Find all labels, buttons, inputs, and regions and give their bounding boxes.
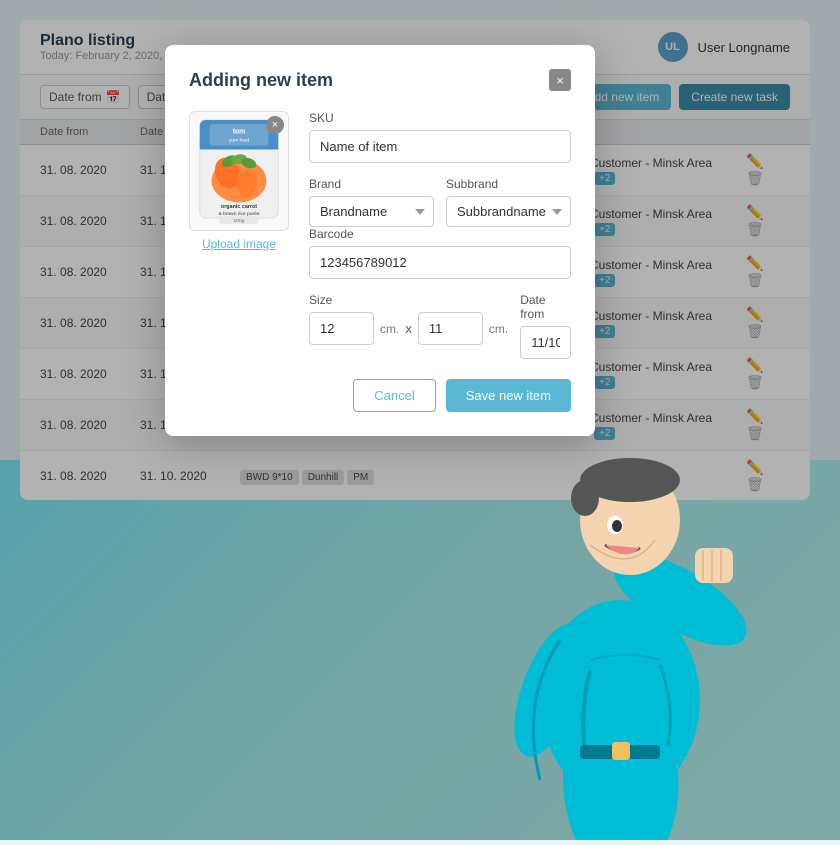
modal-title: Adding new item [189, 70, 333, 91]
brand-label: Brand [309, 177, 434, 191]
size-width-input[interactable] [309, 312, 374, 345]
cancel-button[interactable]: Cancel [353, 379, 435, 412]
svg-text:100g: 100g [234, 218, 245, 224]
size-label: Size [309, 293, 508, 307]
brand-select[interactable]: Brandname [309, 196, 434, 227]
size-unit-h: cm. [489, 322, 508, 336]
add-item-modal: Adding new item × tom yum food [165, 45, 595, 436]
sku-group: SKU [309, 111, 571, 163]
image-upload-box: tom yum food organic carrot & brown rice… [189, 111, 289, 231]
modal-image-section: tom yum food organic carrot & brown rice… [189, 111, 289, 359]
svg-text:yum food: yum food [229, 138, 249, 144]
date-from-group: Date from [520, 293, 571, 359]
modal-footer: Cancel Save new item [189, 379, 571, 412]
svg-text:organic carrot: organic carrot [221, 204, 257, 210]
barcode-input[interactable] [309, 246, 571, 279]
subbrand-group: Subbrand Subbrandname [446, 177, 571, 227]
modal-close-button[interactable]: × [549, 69, 571, 91]
subbrand-label: Subbrand [446, 177, 571, 191]
size-group: Size cm. x cm. [309, 293, 508, 359]
sku-label: SKU [309, 111, 571, 125]
size-unit-w: cm. [380, 322, 399, 336]
size-date-row: Size cm. x cm. Date from [309, 293, 571, 359]
svg-text:tom: tom [233, 129, 246, 136]
save-new-item-button[interactable]: Save new item [446, 379, 571, 412]
barcode-label: Barcode [309, 227, 571, 241]
size-height-input[interactable] [418, 312, 483, 345]
modal-form: SKU Brand Brandname Subbrand Subbrandnam… [309, 111, 571, 359]
date-from-label: Date from [520, 293, 571, 321]
sku-input[interactable] [309, 130, 571, 163]
size-x-separator: x [405, 321, 412, 336]
upload-image-link[interactable]: Upload image [189, 237, 289, 251]
subbrand-select[interactable]: Subbrandname [446, 196, 571, 227]
modal-header: Adding new item × [189, 69, 571, 91]
size-inputs-row: cm. x cm. [309, 312, 508, 345]
barcode-group: Barcode [309, 227, 571, 279]
date-from-input[interactable] [520, 326, 571, 359]
brand-subbrand-row: Brand Brandname Subbrand Subbrandname [309, 177, 571, 227]
brand-group: Brand Brandname [309, 177, 434, 227]
image-remove-button[interactable]: × [266, 116, 284, 134]
modal-body: tom yum food organic carrot & brown rice… [189, 111, 571, 359]
